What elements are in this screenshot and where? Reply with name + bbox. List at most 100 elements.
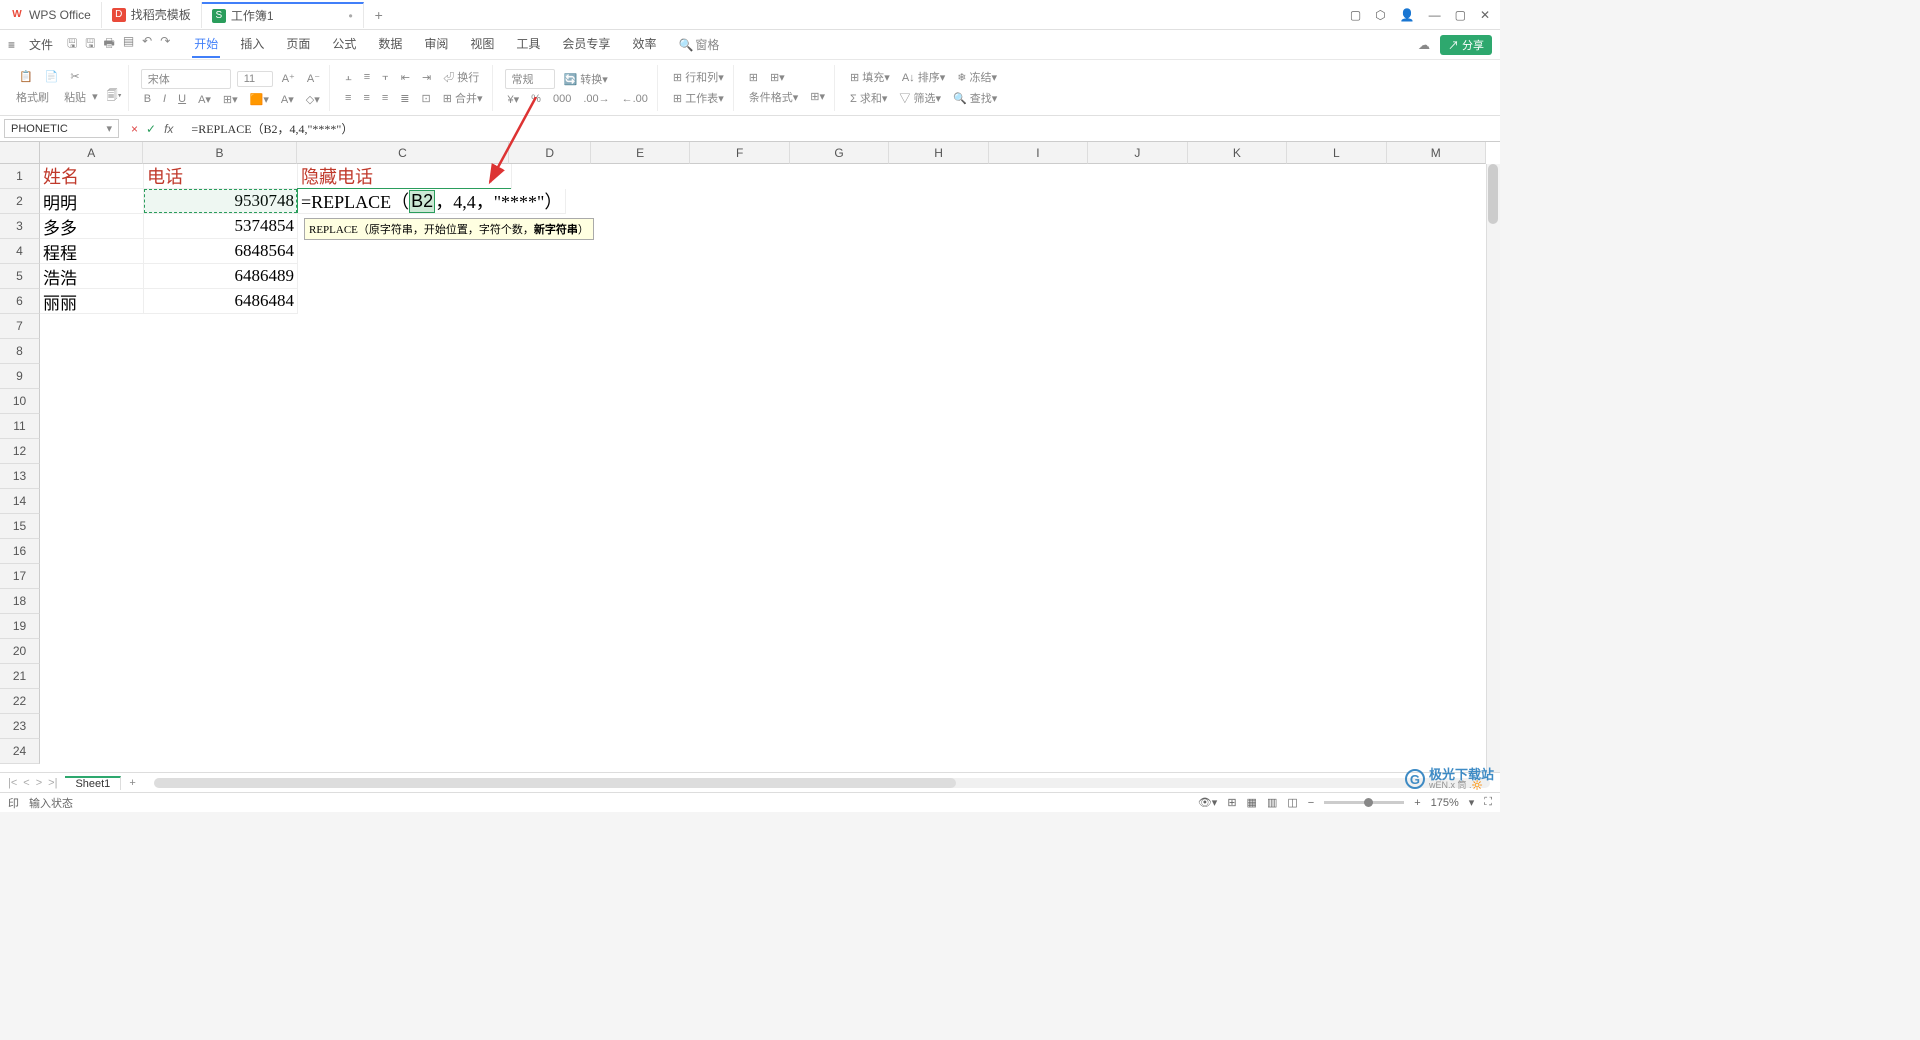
align-left-icon[interactable]: ≡ [342,91,354,105]
align-right-icon[interactable]: ≡ [379,91,391,105]
style-icon[interactable]: ⊞▾ [807,89,828,104]
increase-font-icon[interactable]: A⁺ [279,71,298,86]
align-middle-icon[interactable]: ≡ [361,70,373,84]
font-name-select[interactable]: 宋体 [141,69,231,89]
share-button[interactable]: ↗ 分享 [1440,35,1492,55]
tab-wps-office[interactable]: W WPS Office [0,2,102,28]
saveas-icon[interactable]: 🖫 [85,34,95,55]
strike-button[interactable]: A▾ [195,92,214,107]
col-header-F[interactable]: F [690,142,789,164]
horizontal-scrollbar[interactable] [154,778,1490,788]
freeze-button[interactable]: ❄ 冻结▾ [954,68,1000,86]
col-header-A[interactable]: A [40,142,143,164]
normal-view-icon[interactable]: ▦ [1247,796,1257,809]
zoom-slider[interactable] [1324,801,1404,804]
align-bottom-icon[interactable]: ⫟ [379,70,392,85]
justify-icon[interactable]: ≣ [397,91,412,106]
align-top-icon[interactable]: ⫠ [342,70,355,85]
cell-A3[interactable]: 多多 [40,214,144,239]
zoom-out-icon[interactable]: − [1308,797,1314,809]
rowcol-button[interactable]: ⊞ 行和列▾ [670,68,727,86]
cells-area[interactable]: 姓名电话隐藏电话明明9530748多多5374854程程6848564浩浩648… [40,164,1486,772]
col-header-M[interactable]: M [1387,142,1486,164]
prev-sheet-icon[interactable]: < [23,777,29,789]
status-icon[interactable]: 印 [8,795,19,811]
row-header-20[interactable]: 20 [0,639,40,664]
row-header-10[interactable]: 10 [0,389,40,414]
file-menu[interactable]: 文件 [23,36,59,53]
highlight-button[interactable]: ◇▾ [303,92,323,107]
font-size-select[interactable]: 11 [237,71,273,87]
maximize-icon[interactable]: ▢ [1455,8,1466,22]
row-header-15[interactable]: 15 [0,514,40,539]
tab-workbook[interactable]: S 工作簿1 • [202,2,364,28]
tab-page[interactable]: 页面 [284,31,312,58]
col-header-B[interactable]: B [143,142,296,164]
fx-icon[interactable]: fx [164,122,173,136]
decrease-font-icon[interactable]: A⁻ [304,71,323,86]
row-header-8[interactable]: 8 [0,339,40,364]
panel-icon[interactable]: ▢ [1350,8,1361,22]
fill-color-button[interactable]: 🟧▾ [247,92,272,107]
print-icon[interactable]: 🖶 [104,34,115,55]
tab-formula[interactable]: 公式 [330,31,358,58]
hscroll-thumb[interactable] [154,778,956,788]
convert-button[interactable]: 🔄 转换▾ [561,70,611,88]
name-box[interactable]: PHONETIC ▾ [4,119,119,138]
cell-A6[interactable]: 丽丽 [40,289,144,314]
menu-icon[interactable]: ≡ [8,38,15,52]
cell-B5[interactable]: 6486489 [144,264,298,289]
zoom-chevron-icon[interactable]: ▾ [1469,796,1475,809]
tab-member[interactable]: 会员专享 [560,31,612,58]
row-header-7[interactable]: 7 [0,314,40,339]
cond-format-button[interactable]: 条件格式▾ [746,88,802,106]
currency-icon[interactable]: ¥▾ [505,92,523,107]
format-painter-icon[interactable]: 📋 [16,69,36,84]
cube-icon[interactable]: ⬡ [1375,8,1385,22]
tab-view[interactable]: 视图 [468,31,496,58]
worksheet-button[interactable]: ⊞ 工作表▾ [670,89,727,107]
number-format-select[interactable]: 常规 [505,69,555,89]
col-header-G[interactable]: G [790,142,889,164]
cell-B3[interactable]: 5374854 [144,214,298,239]
add-tab-button[interactable]: + [364,7,394,23]
merge-button[interactable]: ⊞ 合并▾ [440,89,486,107]
cell-style-icon[interactable]: ⊞▾ [767,70,788,85]
sum-button[interactable]: Σ 求和▾ [847,89,890,107]
user-icon[interactable]: 👤 [1400,8,1415,22]
scroll-thumb[interactable] [1488,164,1498,224]
spreadsheet-grid[interactable]: ABCDEFGHIJKLM 12345678910111213141516171… [0,142,1500,772]
find-button[interactable]: 🔍 查找▾ [950,89,1000,107]
tab-docer[interactable]: D 找稻壳模板 [102,2,202,28]
last-sheet-icon[interactable]: >| [48,777,57,789]
add-sheet-button[interactable]: + [121,777,143,789]
row-header-19[interactable]: 19 [0,614,40,639]
wrap-button[interactable]: ⏎ 换行 [440,68,482,86]
fill-button[interactable]: ⊞ 填充▾ [847,68,893,86]
row-header-21[interactable]: 21 [0,664,40,689]
row-header-13[interactable]: 13 [0,464,40,489]
indent-left-icon[interactable]: ⇤ [398,70,413,85]
cloud-icon[interactable]: ☁ [1418,38,1430,52]
row-header-14[interactable]: 14 [0,489,40,514]
col-header-C[interactable]: C [297,142,510,164]
row-header-18[interactable]: 18 [0,589,40,614]
cell-C2-editing[interactable]: =REPLACE（B2，4,4，"****"） [298,189,566,214]
col-header-D[interactable]: D [509,142,591,164]
cell-A4[interactable]: 程程 [40,239,144,264]
preview-icon[interactable]: ▤ [123,34,134,55]
minimize-icon[interactable]: — [1429,8,1441,22]
select-all-corner[interactable] [0,142,40,164]
dec-decimal-icon[interactable]: ←.00 [619,92,651,106]
row-header-6[interactable]: 6 [0,289,40,314]
tab-efficiency[interactable]: 效率 [630,31,658,58]
col-header-K[interactable]: K [1188,142,1287,164]
row-header-16[interactable]: 16 [0,539,40,564]
tab-data[interactable]: 数据 [376,31,404,58]
search-label[interactable]: 窗格 [695,36,719,53]
eye-icon[interactable]: 👁▾ [1198,796,1218,809]
expand-icon[interactable]: ⛶ [1484,796,1492,809]
row-header-3[interactable]: 3 [0,214,40,239]
col-header-I[interactable]: I [989,142,1088,164]
search-icon[interactable]: 🔍 [678,38,693,52]
